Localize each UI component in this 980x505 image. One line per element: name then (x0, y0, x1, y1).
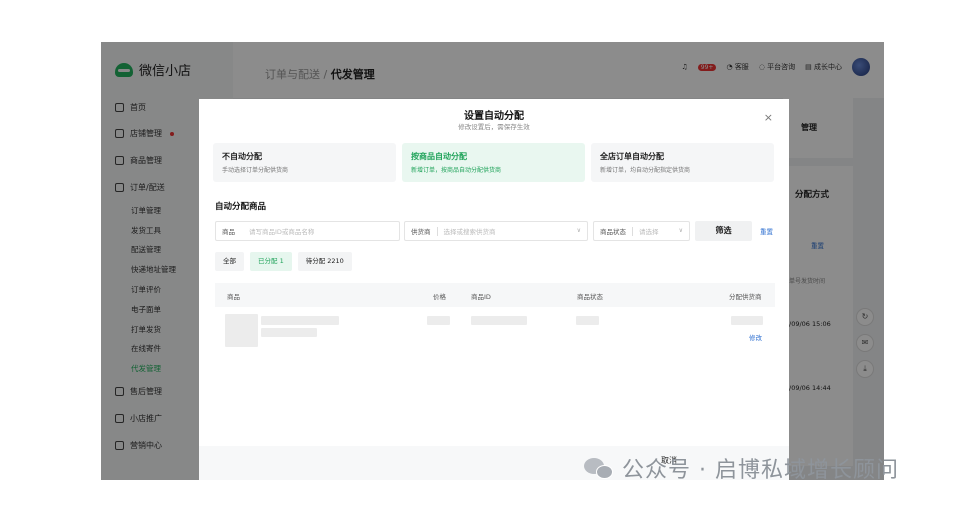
skeleton-status (576, 316, 599, 325)
dialog-subtitle: 修改设置后，需保存生效 (458, 123, 530, 131)
assign-tabs: 全部 已分配 1 待分配 2210 (215, 252, 352, 271)
option-by-product[interactable]: 按商品自动分配 新增订单，按商品自动分配供货商 (402, 143, 585, 182)
option-desc: 新增订单，按商品自动分配供货商 (411, 167, 502, 174)
auto-assign-dialog: 设置自动分配 修改设置后，需保存生效 × 不自动分配 手动选择订单分配供货商 按… (199, 99, 789, 480)
watermark-text: 公众号 · 启博私域增长顾问 (622, 458, 899, 483)
tab-pending[interactable]: 待分配 2210 (297, 252, 352, 271)
product-search-field[interactable]: 商品 请写商品ID或商品名称 (215, 221, 400, 241)
watermark: 公众号 · 启博私域增长顾问 (584, 452, 899, 484)
option-desc: 新增订单，均自动分配指定供货商 (600, 167, 691, 174)
skeleton-product-id (471, 316, 527, 325)
tab-all[interactable]: 全部 (215, 252, 244, 271)
tab-assigned[interactable]: 已分配 1 (250, 252, 292, 271)
skeleton-price (427, 316, 450, 325)
field-label: 供货商 (411, 228, 431, 236)
field-label: 商品状态 (600, 228, 626, 236)
dialog-title: 设置自动分配 (464, 111, 524, 122)
skeleton-line (261, 316, 339, 325)
chevron-down-icon: ∨ (576, 227, 581, 234)
status-select[interactable]: 商品状态 请选择 ∨ (593, 221, 690, 241)
product-thumbnail (225, 314, 258, 347)
chevron-down-icon: ∨ (678, 227, 683, 234)
app-screenshot: 微信小店 首页 店铺管理 商品管理 订单/配送 订单管理 发货工具 配送管理 快… (101, 42, 884, 480)
column-header-product-id: 商品ID (471, 293, 491, 301)
field-divider (436, 226, 438, 236)
field-label: 商品 (222, 228, 235, 236)
column-header-price: 价格 (433, 293, 446, 301)
reset-button[interactable]: 重置 (760, 226, 773, 236)
option-title: 不自动分配 (222, 152, 262, 161)
filter-button[interactable]: 筛选 (695, 221, 752, 241)
edit-link[interactable]: 修改 (749, 332, 762, 342)
supplier-placeholder: 选择或搜索供货商 (443, 228, 496, 236)
table-row: 修改 (215, 309, 775, 355)
product-search-placeholder: 请写商品ID或商品名称 (249, 228, 315, 236)
skeleton-supplier (731, 316, 763, 325)
status-placeholder: 请选择 (639, 228, 659, 236)
column-header-product: 商品 (227, 293, 240, 301)
column-header-supplier: 分配供货商 (729, 293, 762, 301)
option-title: 全店订单自动分配 (600, 152, 664, 161)
table-header: 商品 价格 商品ID 商品状态 分配供货商 (215, 283, 775, 307)
skeleton-line (261, 328, 317, 337)
supplier-select[interactable]: 供货商 选择或搜索供货商 ∨ (404, 221, 588, 241)
option-whole-store[interactable]: 全店订单自动分配 新增订单，均自动分配指定供货商 (591, 143, 774, 182)
column-header-status: 商品状态 (577, 293, 603, 301)
option-desc: 手动选择订单分配供货商 (222, 167, 289, 174)
option-title: 按商品自动分配 (411, 152, 467, 161)
field-divider (632, 226, 633, 236)
option-no-auto-assign[interactable]: 不自动分配 手动选择订单分配供货商 (213, 143, 396, 182)
close-icon[interactable]: × (764, 111, 773, 124)
section-title: 自动分配商品 (215, 202, 267, 212)
wechat-icon (584, 456, 614, 480)
